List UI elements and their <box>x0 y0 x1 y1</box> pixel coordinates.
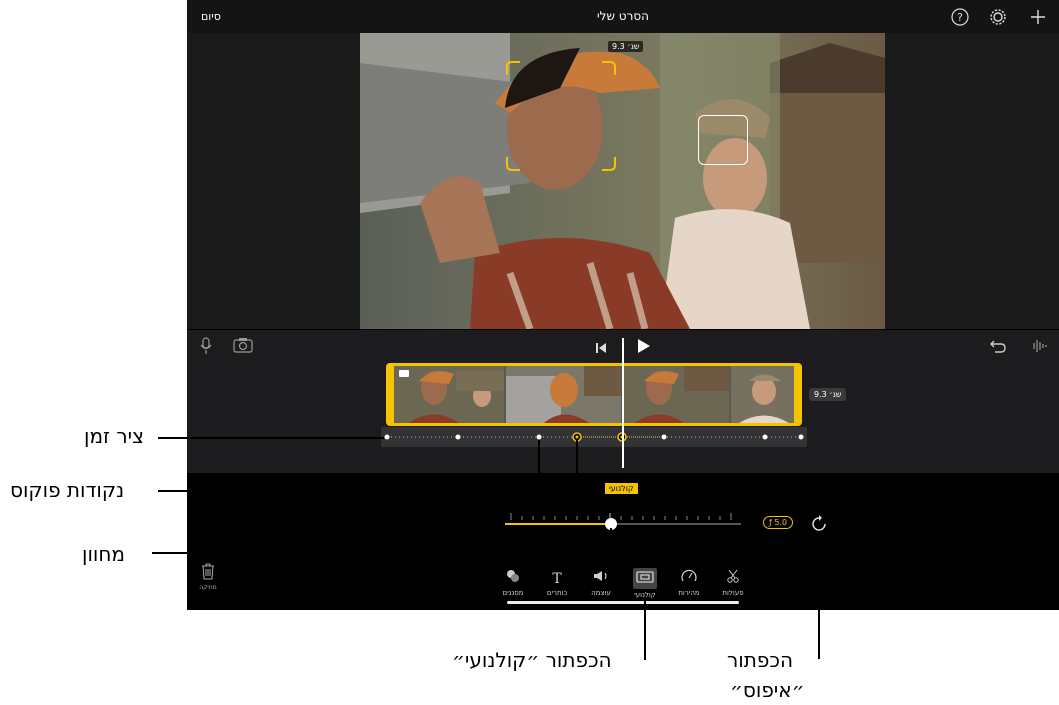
callout-cinematic-line <box>644 598 646 660</box>
inspector-panel: קולנועי ƒ 5.0 מחיקה מסננים T כותרים עוצמ… <box>187 473 1059 610</box>
volume-label: עוצמה <box>591 589 611 597</box>
callout-focus-line-a <box>538 440 540 492</box>
timeline-panel: 9.3 שנ׳ <box>187 330 1059 473</box>
microphone-icon[interactable] <box>200 337 212 359</box>
undo-icon[interactable] <box>989 338 1007 358</box>
callout-timeline-line <box>158 437 384 439</box>
video-clip[interactable] <box>386 363 802 426</box>
actions-button[interactable]: פעולות <box>713 568 753 597</box>
help-icon[interactable]: ? <box>951 8 969 30</box>
top-bar: סיום הסרט שלי ? <box>187 0 1059 33</box>
aperture-ruler <box>507 506 735 520</box>
speed-label: מהירות <box>678 589 700 597</box>
scissors-icon <box>727 569 739 583</box>
video-frame: 9.3 שנ׳ <box>360 33 885 329</box>
callout-reset-line1: הכפתור <box>727 648 794 672</box>
actions-label: פעולות <box>722 589 744 597</box>
play-icon[interactable] <box>637 338 651 358</box>
camera-icon[interactable] <box>233 337 253 357</box>
video-viewer: 9.3 שנ׳ <box>187 33 1059 329</box>
home-indicator <box>507 601 739 604</box>
svg-text:?: ? <box>957 11 963 24</box>
cinematic-button[interactable]: קולנועי <box>625 568 665 599</box>
titles-button[interactable]: T כותרים <box>537 568 577 597</box>
add-plus-icon[interactable] <box>1029 8 1047 30</box>
callout-reset-line <box>818 535 820 659</box>
delete-button[interactable]: מחיקה <box>193 563 223 591</box>
filters-button[interactable]: מסננים <box>493 568 533 597</box>
reset-icon[interactable] <box>811 514 827 536</box>
clip-thumbnails <box>394 366 794 423</box>
filters-icon <box>507 570 519 582</box>
focus-points-track[interactable] <box>381 427 807 447</box>
project-title: הסרט שלי <box>596 9 649 23</box>
callout-focus-points: נקודות פוקוס <box>10 478 125 502</box>
callout-focus-line-b <box>576 440 578 492</box>
settings-gear-icon[interactable] <box>989 8 1007 30</box>
callout-slider-line-v <box>610 528 612 554</box>
secondary-focus-box[interactable] <box>698 115 748 165</box>
aperture-slider-fill <box>505 523 611 525</box>
audio-waveform-icon[interactable] <box>1029 338 1049 358</box>
delete-label: מחיקה <box>199 584 217 591</box>
trash-icon <box>202 563 214 580</box>
filters-label: מסננים <box>502 589 524 597</box>
imovie-screen: סיום הסרט שלי ? 9.3 שנ׳ 9.3 שנ׳ קולנועי … <box>187 0 1059 610</box>
callout-slider: מחוון <box>82 542 125 566</box>
speed-icon <box>681 569 697 582</box>
cinematic-label: קולנועי <box>605 483 638 494</box>
callout-slider-line-h <box>152 552 612 554</box>
callout-timeline: ציר זמן <box>84 424 144 448</box>
playhead[interactable] <box>622 338 624 468</box>
callout-reset-line2: ״איפוס״ <box>730 678 805 702</box>
aperture-value-badge: ƒ 5.0 <box>763 516 794 529</box>
volume-button[interactable]: עוצמה <box>581 568 621 597</box>
titles-icon: T <box>552 571 562 587</box>
cinematic-icon <box>636 571 654 583</box>
titles-label: כותרים <box>546 589 568 597</box>
skip-to-start-icon[interactable] <box>595 339 607 358</box>
focus-tracking-box[interactable] <box>506 61 616 171</box>
video-time-badge: 9.3 שנ׳ <box>608 41 644 52</box>
clip-duration-badge: 9.3 שנ׳ <box>809 388 847 401</box>
volume-icon <box>594 571 607 581</box>
callout-focus-line-h <box>158 490 578 492</box>
speed-button[interactable]: מהירות <box>669 568 709 597</box>
callout-cinematic-button: הכפתור ״קולנועי״ <box>452 648 612 672</box>
